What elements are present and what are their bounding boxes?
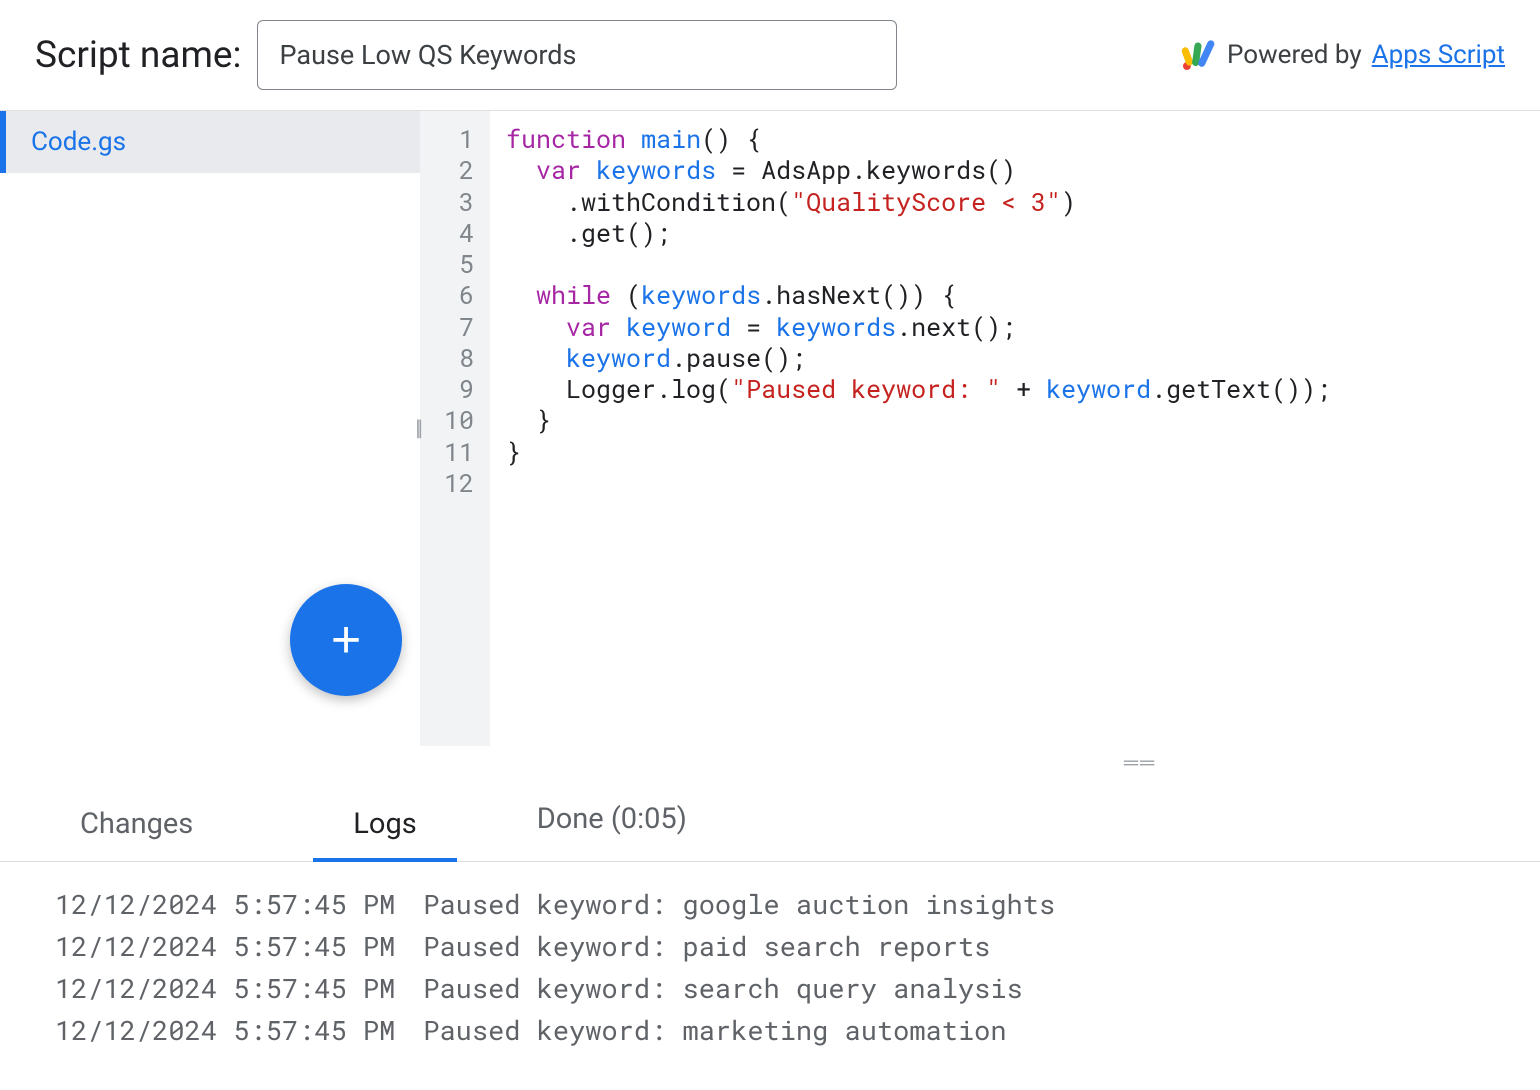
run-status: Done (0:05)	[537, 802, 687, 856]
line-number: 2	[440, 154, 478, 185]
plus-icon: +	[331, 610, 361, 670]
horizontal-resize-handle[interactable]: ══	[740, 746, 1540, 779]
logs-panel: 12/12/2024 5:57:45 PM Paused keyword: goo…	[0, 862, 1540, 1073]
log-row: 12/12/2024 5:57:45 PM Paused keyword: pai…	[55, 926, 1485, 968]
add-file-button[interactable]: +	[290, 584, 402, 696]
apps-script-icon	[1179, 36, 1217, 74]
line-number-gutter: 123456789101112	[420, 111, 490, 746]
powered-by-text: Powered by	[1227, 40, 1362, 70]
line-number: 8	[440, 342, 478, 373]
apps-script-link[interactable]: Apps Script	[1372, 40, 1505, 70]
line-number: 3	[440, 186, 478, 217]
code-editor[interactable]: 123456789101112 function main() { var ke…	[420, 111, 1540, 746]
tab-logs[interactable]: Logs	[313, 797, 456, 861]
line-number: 4	[440, 217, 478, 248]
log-timestamp: 12/12/2024 5:57:45 PM	[55, 884, 395, 926]
line-number: 11	[440, 436, 478, 467]
log-message: Paused keyword: search query analysis	[423, 968, 1023, 1010]
header: Script name: Powered by Apps Script	[0, 0, 1540, 111]
code-content[interactable]: function main() { var keywords = AdsApp.…	[490, 111, 1347, 746]
line-number: 6	[440, 279, 478, 310]
tab-label: Logs	[353, 807, 416, 841]
line-number: 9	[440, 373, 478, 404]
powered-by: Powered by Apps Script	[1179, 36, 1505, 74]
log-message: Paused keyword: paid search reports	[423, 926, 990, 968]
line-number: 12	[440, 467, 478, 498]
line-number: 7	[440, 311, 478, 342]
log-message: Paused keyword: google auction insights	[423, 884, 1055, 926]
script-name-input[interactable]	[257, 20, 897, 90]
log-row: 12/12/2024 5:57:45 PM Paused keyword: mar…	[55, 1010, 1485, 1052]
file-item-code-gs[interactable]: Code.gs	[0, 111, 420, 173]
log-row: 12/12/2024 5:57:45 PM Paused keyword: goo…	[55, 884, 1485, 926]
sidebar: Code.gs + ||	[0, 111, 420, 746]
line-number: 10	[440, 404, 478, 435]
script-name-label: Script name:	[35, 34, 242, 77]
main-area: Code.gs + || 123456789101112 function ma…	[0, 111, 1540, 746]
tab-changes[interactable]: Changes	[40, 797, 233, 861]
vertical-resize-handle[interactable]: ||	[415, 416, 420, 441]
log-message: Paused keyword: marketing automation	[423, 1010, 1006, 1052]
log-timestamp: 12/12/2024 5:57:45 PM	[55, 968, 395, 1010]
log-row: 12/12/2024 5:57:45 PM Paused keyword: sea…	[55, 968, 1485, 1010]
log-timestamp: 12/12/2024 5:57:45 PM	[55, 926, 395, 968]
log-timestamp: 12/12/2024 5:57:45 PM	[55, 1010, 395, 1052]
tab-label: Changes	[80, 807, 193, 841]
line-number: 1	[440, 123, 478, 154]
line-number: 5	[440, 248, 478, 279]
bottom-panel-tabs: Changes Logs Done (0:05)	[0, 779, 1540, 862]
file-item-label: Code.gs	[31, 127, 126, 157]
